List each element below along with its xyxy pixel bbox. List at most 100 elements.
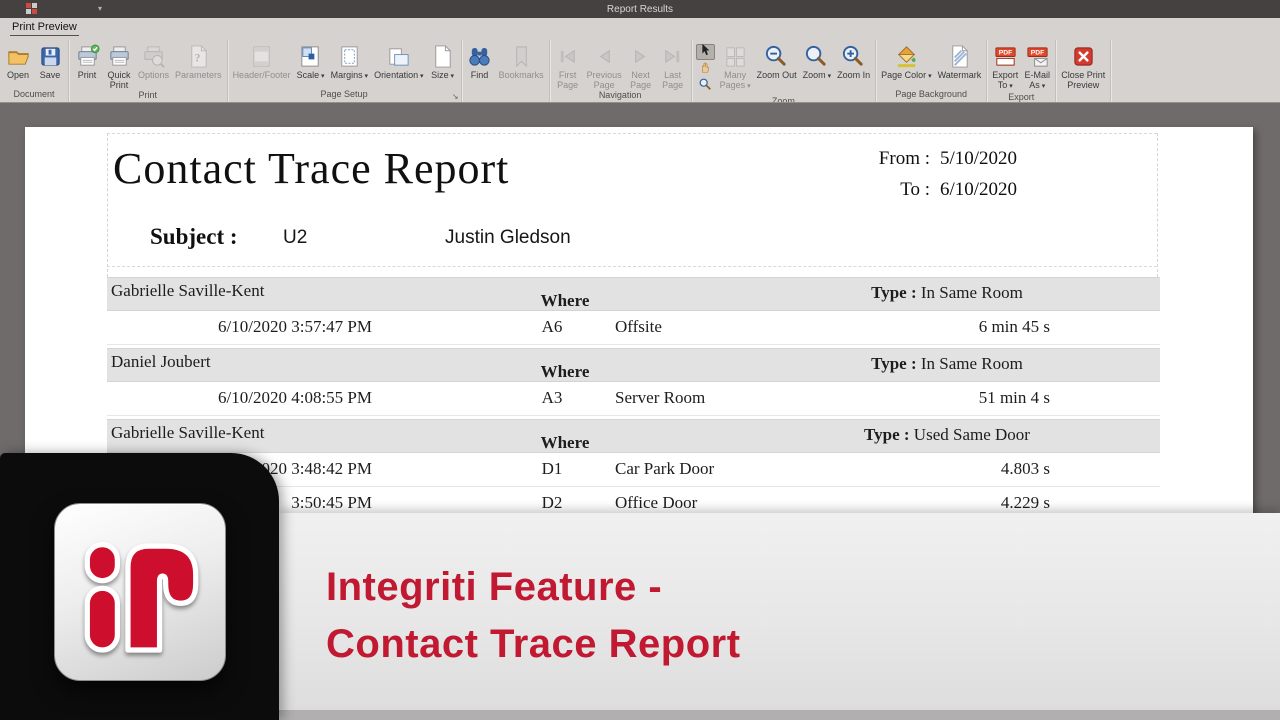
to-label: To : <box>900 179 930 200</box>
dropdown-caret-icon: ▾ <box>745 83 751 90</box>
page-color-button[interactable]: Page Color ▾ <box>878 42 935 89</box>
bookmarks-button: Bookmarks <box>496 42 547 89</box>
contact-duration: 4.803 s <box>1000 459 1050 478</box>
email-as-button[interactable]: PDF E-Mail As ▾ <box>1021 42 1053 92</box>
inner-range-logo-box <box>0 453 279 720</box>
lower-third-bottom-strip <box>279 710 1280 720</box>
button-label: Find <box>470 70 489 80</box>
button-label: Watermark <box>937 70 982 80</box>
event-time: 6/10/2020 3:57:47 PM <box>218 317 372 336</box>
scale-button[interactable]: Scale ▾ <box>294 42 328 89</box>
button-label: Previous <box>586 70 622 80</box>
ribbon-group-misc: Close Print Preview <box>1056 40 1112 102</box>
window-title: Report Results <box>606 3 674 15</box>
export-to-button[interactable]: PDF Export To ▾ <box>989 42 1021 92</box>
dialog-launcher-icon[interactable]: ↘ <box>452 92 459 101</box>
caption-line-2: Contact Trace Report <box>326 622 741 666</box>
button-label: Close Print <box>1061 70 1106 80</box>
button-label: Last <box>664 70 682 80</box>
button-label: As ▾ <box>1029 80 1046 90</box>
contact-type: Type : In Same Room <box>871 354 1023 373</box>
ribbon-group-page-setup: Header/Footer Scale ▾ Margins ▾ Orientation… <box>228 40 462 102</box>
table-row: 6/10/2020 3:57:47 PM A6 Offsite 6 min 45 s <box>107 311 1160 345</box>
zoom-icon <box>804 43 829 70</box>
size-icon <box>430 43 455 70</box>
parameters-button: ? Parameters <box>172 42 225 90</box>
options-button: Options <box>135 42 172 90</box>
zoom-button[interactable]: Zoom ▾ <box>800 42 834 96</box>
watermark-icon <box>947 43 972 70</box>
location-name: Offsite <box>615 317 662 336</box>
email-as-icon: PDF <box>1025 43 1050 70</box>
parameters-icon: ? <box>186 43 211 70</box>
magnifier-tool-button[interactable] <box>696 78 715 94</box>
button-label: Scale ▾ <box>296 70 325 80</box>
size-button[interactable]: Size ▾ <box>427 42 459 89</box>
button-label: Page <box>593 80 615 90</box>
margins-button[interactable]: Margins ▾ <box>328 42 371 89</box>
quick-print-icon <box>107 43 132 70</box>
ribbon-group-label: Zoom <box>771 96 795 103</box>
page-color-icon <box>894 43 919 70</box>
button-label: Print <box>77 70 97 80</box>
button-label: Options <box>138 70 170 80</box>
orientation-icon <box>386 43 411 70</box>
quick-print-button[interactable]: Quick Print <box>103 42 135 90</box>
ribbon-group-label: Page Background <box>895 89 967 99</box>
margin-guide-top <box>107 133 1157 134</box>
print-button[interactable]: Print <box>71 42 103 90</box>
inner-range-logo-plate <box>54 503 226 681</box>
tab-print-preview[interactable]: Print Preview <box>10 21 79 36</box>
many-pages-icon <box>723 43 748 70</box>
last-page-button: Last Page <box>657 42 689 90</box>
lower-third-caption: Integriti Feature - Contact Trace Report <box>326 559 741 673</box>
button-label: Margins ▾ <box>330 70 369 80</box>
dropdown-caret-icon: ▾ <box>362 73 369 80</box>
button-label: Quick <box>107 70 131 80</box>
watermark-button[interactable]: Watermark <box>935 42 985 89</box>
location-name: Office Door <box>615 493 698 512</box>
print-icon <box>75 43 100 70</box>
ribbon-group-export: PDF Export To ▾ PDF E-Mail As ▾ Export <box>987 40 1057 102</box>
pointer-tool-button[interactable] <box>695 43 715 60</box>
contact-duration: 51 min 4 s <box>978 388 1050 407</box>
ribbon: Open Save Document Print Quick Print Options? P… <box>0 40 1280 103</box>
subject-name: Justin Gledson <box>445 227 571 248</box>
previous-page-button: Previous Page <box>584 42 625 90</box>
dropdown-caret-icon: ▾ <box>319 73 325 80</box>
many-pages-button: Many Pages ▾ <box>717 42 754 96</box>
subject-label: Subject : <box>150 224 238 249</box>
folder-open-button[interactable]: Open <box>2 42 34 89</box>
previous-page-icon <box>592 43 617 70</box>
report-date-range: From : 5/10/2020 To : 6/10/2020 <box>785 143 1045 205</box>
ribbon-group-navigation: First Page Previous Page Next Page Last Page Nav… <box>550 40 692 102</box>
button-label: Preview <box>1067 80 1100 90</box>
subject-id: U2 <box>283 227 308 248</box>
margin-guide-header <box>107 266 1157 267</box>
hand-tool-tool-button[interactable] <box>696 61 715 77</box>
close-print-preview-button[interactable]: Close Print Preview <box>1058 42 1108 90</box>
button-label: To ▾ <box>997 80 1013 90</box>
zoom-in-button[interactable]: Zoom In <box>834 42 873 96</box>
dropdown-caret-icon: ▾ <box>1007 83 1013 90</box>
ribbon-group-label <box>464 89 547 102</box>
report-subject-row: Subject : U2 Justin Gledson <box>25 224 1253 256</box>
first-page-icon <box>555 43 580 70</box>
ir-logo-icon <box>84 541 199 653</box>
zoom-in-icon <box>841 43 866 70</box>
report-title: Contact Trace Report <box>113 144 510 193</box>
svg-text:PDF: PDF <box>999 50 1012 57</box>
find-icon <box>467 43 492 70</box>
contact-duration: 4.229 s <box>1000 493 1050 512</box>
find-button[interactable]: Find <box>464 42 496 89</box>
zoom-out-button[interactable]: Zoom Out <box>754 42 800 96</box>
zoom-out-icon <box>764 43 789 70</box>
location-code: D2 <box>541 493 563 512</box>
bookmarks-icon <box>509 43 534 70</box>
where-column-header: Where <box>540 291 590 310</box>
save-button[interactable]: Save <box>34 42 66 89</box>
orientation-button[interactable]: Orientation ▾ <box>371 42 427 89</box>
button-label: Header/Footer <box>232 70 291 80</box>
button-label: Bookmarks <box>498 70 544 80</box>
next-page-button: Next Page <box>625 42 657 90</box>
